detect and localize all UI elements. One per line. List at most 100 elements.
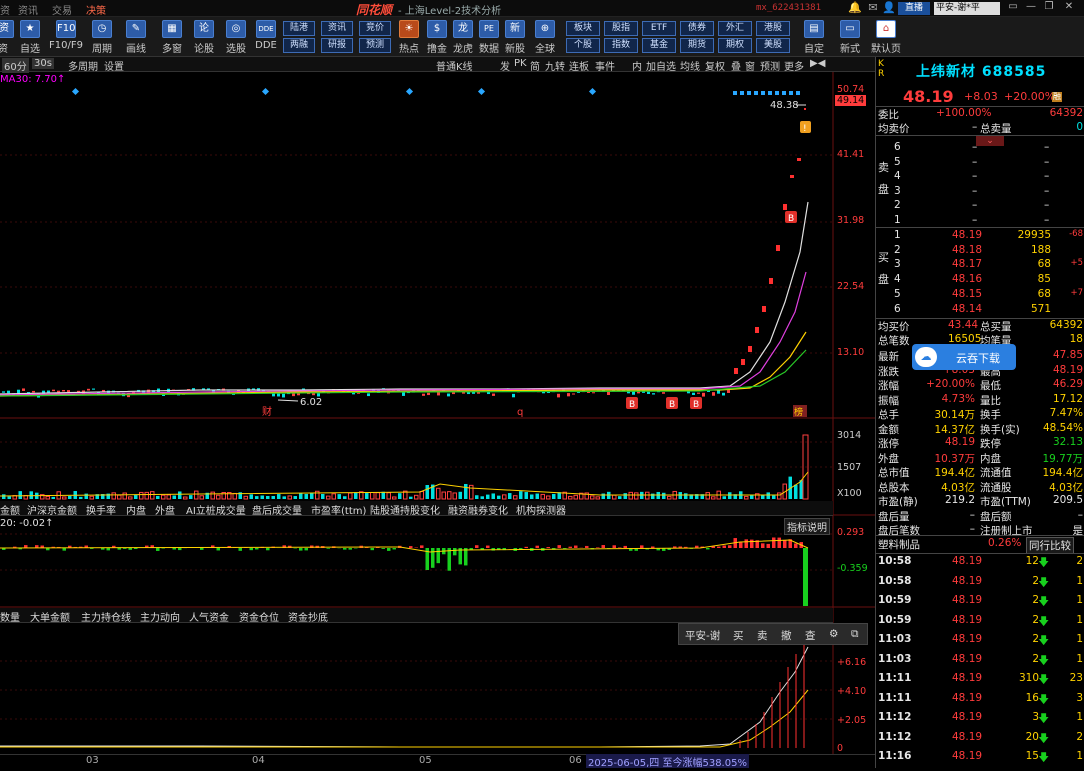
btn-research[interactable]: 研报	[321, 38, 353, 53]
sell-button[interactable]: 卖	[757, 628, 768, 643]
btn-index[interactable]: 指数	[604, 38, 638, 53]
tab-big-amount[interactable]: 大单金额	[30, 609, 70, 624]
btn-options[interactable]: 期权	[718, 38, 752, 53]
maximize-icon[interactable]: ❐	[1040, 1, 1058, 15]
tab-institution[interactable]: 机构探测器	[516, 502, 566, 517]
tab-fund-position[interactable]: 资金仓位	[239, 609, 279, 624]
menu-zi[interactable]: 资	[0, 2, 10, 17]
btn-auction[interactable]: 竞价	[359, 21, 391, 36]
toolbar-btn-home[interactable]: ⌂默认页	[868, 19, 904, 57]
sell-level-row[interactable]: 5––	[876, 156, 1084, 170]
chart-tool-2[interactable]: 简	[530, 58, 540, 73]
buy-level-row[interactable]: 348.1768+5	[876, 258, 1084, 272]
overlay-button[interactable]: 叠	[731, 58, 741, 73]
query-button[interactable]: 查	[805, 628, 816, 643]
kline-chart[interactable]: B B B B ! 48.38 6.02 财 q 榜	[0, 72, 875, 768]
gear-icon[interactable]: ⚙	[829, 628, 838, 640]
btn-hk-connect[interactable]: 陆港	[283, 21, 315, 36]
chart-tool-6[interactable]: 内	[632, 58, 642, 73]
btn-news[interactable]: 资讯	[321, 21, 353, 36]
popout-icon[interactable]: ⧉	[851, 628, 859, 641]
sell-level-row[interactable]: 2––	[876, 199, 1084, 213]
earnings-marker[interactable]: 财	[262, 405, 272, 418]
chart-tool-0[interactable]: 发	[500, 58, 510, 73]
btn-margin[interactable]: 两融	[283, 38, 315, 53]
btn-funds[interactable]: 基金	[642, 38, 676, 53]
account-select[interactable]: 平安-谢*平	[934, 2, 1000, 15]
btn-forecast[interactable]: 预测	[359, 38, 391, 53]
tab-main-position[interactable]: 主力持仓线	[81, 609, 131, 624]
tab-pe-ttm[interactable]: 市盈率(ttm)	[311, 502, 366, 517]
btn-forex[interactable]: 外汇	[718, 21, 752, 36]
buy-level-row[interactable]: 148.1929935-68	[876, 229, 1084, 243]
multi-period-button[interactable]: 多周期	[68, 58, 98, 73]
yuntun-download-banner[interactable]: ☁ 云吞下载	[912, 344, 1016, 370]
tab-turnover[interactable]: 换手率	[86, 502, 116, 517]
toolbar-btn-gold[interactable]: $撸金	[424, 19, 450, 57]
chart-area[interactable]: B B B B ! 48.38 6.02 财 q 榜	[0, 72, 875, 768]
sector-name[interactable]: 塑料制品	[878, 537, 920, 552]
kr-badge[interactable]: K R	[878, 59, 888, 79]
bell-icon[interactable]: 🔔	[848, 1, 862, 15]
ma-button[interactable]: 均线	[680, 58, 700, 73]
toolbar-btn-draw[interactable]: ✎画线	[122, 19, 150, 57]
tab-count[interactable]: 数量	[0, 609, 20, 624]
tab-outer[interactable]: 外盘	[155, 502, 175, 517]
live-button[interactable]: 直播	[898, 2, 930, 15]
trade-account[interactable]: 平安-谢	[685, 628, 720, 643]
flag-icon[interactable]: 融	[1052, 92, 1062, 102]
btn-stocks[interactable]: 个股	[566, 38, 600, 53]
forecast-button[interactable]: 预测	[760, 58, 780, 73]
tab-bottom-fishing[interactable]: 资金抄底	[288, 609, 328, 624]
sell-level-row[interactable]: 1––	[876, 214, 1084, 228]
tab-hs-amount[interactable]: 沪深京金额	[27, 502, 77, 517]
toolbar-btn-period[interactable]: ◷周期	[88, 19, 116, 57]
message-icon[interactable]: ✉	[866, 1, 880, 15]
minimize-icon[interactable]: —	[1022, 1, 1040, 15]
toolbar-btn-global[interactable]: ⊕全球	[530, 19, 560, 57]
indicator-help-button[interactable]: 指标说明	[784, 518, 830, 535]
btn-hk-stocks[interactable]: 港股	[756, 21, 790, 36]
buy-button[interactable]: 买	[733, 628, 744, 643]
tab-margin-change[interactable]: 融资融券变化	[448, 502, 508, 517]
buy-markers[interactable]: B B B B !	[626, 121, 811, 410]
tab-main-flow[interactable]: 主力动向	[140, 609, 180, 624]
interval-select[interactable]: 30s	[32, 58, 54, 69]
toolbar-btn-custom[interactable]: ▤自定	[800, 19, 828, 57]
toolbar-btn-hot[interactable]: ☀热点	[396, 19, 422, 57]
settings-button[interactable]: 设置	[104, 58, 124, 73]
toolbar-btn-ipo[interactable]: 新新股	[502, 19, 528, 57]
menu-trade[interactable]: 交易	[52, 2, 72, 17]
event-markers-recent[interactable]	[733, 91, 800, 95]
close-icon[interactable]: ✕	[1060, 1, 1078, 15]
toolbar-btn-zi[interactable]: 资资	[0, 19, 12, 57]
peer-compare-button[interactable]: 同行比较	[1026, 537, 1074, 554]
sell-level-row[interactable]: 3––	[876, 185, 1084, 199]
sell-level-row[interactable]: 4––	[876, 170, 1084, 184]
adjust-button[interactable]: 复权	[705, 58, 725, 73]
q-marker[interactable]: q	[517, 407, 523, 418]
buy-level-row[interactable]: 648.14571	[876, 303, 1084, 317]
window-button[interactable]: 窗	[745, 58, 755, 73]
toolbar-btn-screener[interactable]: ◎选股	[222, 19, 250, 57]
buy-level-row[interactable]: 248.18188	[876, 244, 1084, 258]
menu-news[interactable]: 资讯	[18, 2, 38, 17]
buy-level-row[interactable]: 448.1685	[876, 273, 1084, 287]
add-watch-button[interactable]: 加自选	[646, 58, 676, 73]
rank-marker[interactable]: 榜	[794, 406, 803, 418]
toolbar-btn-newstyle[interactable]: ▭新式	[836, 19, 864, 57]
btn-futures[interactable]: 期货	[680, 38, 714, 53]
more-button[interactable]: 更多	[784, 58, 804, 73]
chart-tool-3[interactable]: 九转	[545, 58, 565, 73]
tab-ai-volume[interactable]: AI立桩成交量	[186, 502, 246, 517]
menu-decision[interactable]: 决策	[86, 2, 106, 17]
toolbar-btn-dragon[interactable]: 龙龙虎	[450, 19, 476, 57]
toolbar-btn-f10[interactable]: F10F10/F9	[48, 19, 84, 57]
toolbar-btn-multiwin[interactable]: ▦多窗	[158, 19, 186, 57]
toolbar-btn-data[interactable]: PE数据	[476, 19, 502, 57]
tab-hk-holding[interactable]: 陆股通持股变化	[370, 502, 440, 517]
kline-type-select[interactable]: 普通K线	[436, 58, 473, 73]
restore-icon[interactable]: ▭	[1004, 1, 1022, 15]
event-markers[interactable]	[72, 88, 596, 95]
btn-stock-index[interactable]: 股指	[604, 21, 638, 36]
